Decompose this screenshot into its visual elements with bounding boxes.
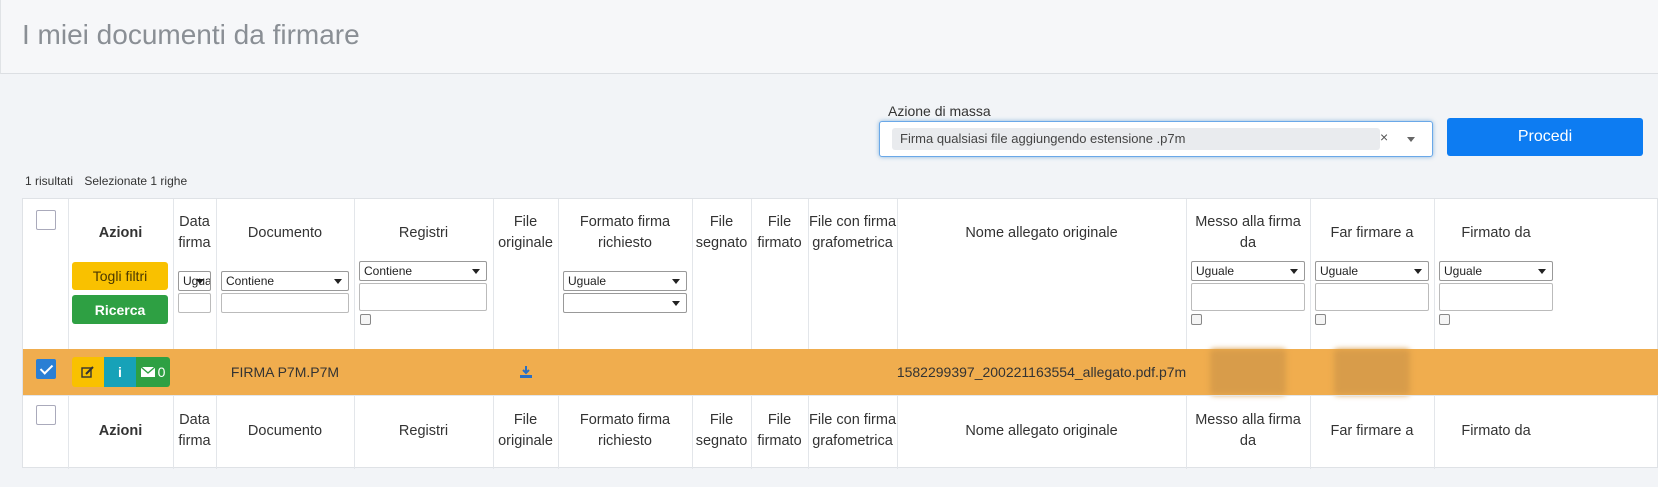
clear-selection-icon[interactable]: ×: [1380, 129, 1388, 145]
mass-action-select[interactable]: Firma qualsiasi file aggiungendo estensi…: [879, 121, 1433, 157]
results-summary: 1 risultati Selezionate 1 righe: [25, 174, 195, 188]
header-nome-allegato[interactable]: Nome allegato originale: [897, 199, 1186, 267]
page-header: I miei documenti da firmare: [0, 0, 1658, 74]
footer-nome-allegato: Nome allegato originale: [965, 422, 1118, 439]
messo-filter-checkbox[interactable]: [1191, 314, 1202, 325]
far-firmare-filter-checkbox[interactable]: [1315, 314, 1326, 325]
header-documento[interactable]: Documento: [216, 199, 354, 267]
footer-documento: Documento: [247, 422, 323, 439]
results-count: 1 risultati: [25, 174, 74, 188]
edit-icon[interactable]: [72, 357, 104, 387]
info-icon[interactable]: i: [104, 357, 136, 387]
footer-select-all-checkbox[interactable]: [36, 405, 56, 425]
dropdown-arrow-icon[interactable]: [1407, 137, 1415, 142]
far-firmare-filter-select[interactable]: Uguale: [1315, 261, 1429, 281]
footer-far-firmare: Far firmare a: [1330, 422, 1414, 439]
data-firma-filter-select[interactable]: Uguale: [178, 271, 211, 291]
messo-filter-select[interactable]: Uguale: [1191, 261, 1305, 281]
header-azioni: Azioni: [98, 224, 143, 241]
header-file-segnato[interactable]: File segnato: [692, 199, 751, 267]
select-all-checkbox[interactable]: [36, 210, 56, 230]
footer-file-firmato: File firmato: [757, 412, 802, 449]
documents-table: Azioni Data firma Documento Registri Fil…: [22, 198, 1658, 469]
redacted-far-firmare: [1334, 349, 1410, 395]
header-registri[interactable]: Registri: [354, 199, 493, 267]
cell-nome-allegato: 1582299397_200221163554_allegato.pdf.p7m: [896, 364, 1187, 380]
selected-count: Selezionate 1 righe: [84, 174, 188, 188]
envelope-icon: [140, 367, 155, 377]
togli-filtri-button[interactable]: Togli filtri: [72, 262, 168, 290]
ricerca-button[interactable]: Ricerca: [72, 295, 168, 324]
redacted-messo-alla-firma: [1210, 349, 1286, 395]
footer-file-grafometrica: File con firma grafometrica: [808, 412, 897, 449]
mail-count: 0: [157, 364, 166, 380]
data-firma-filter-input[interactable]: [178, 293, 211, 313]
header-formato-firma[interactable]: Formato firma richiesto: [558, 199, 692, 267]
formato-filter-select[interactable]: Uguale: [563, 271, 687, 291]
header-firmato-da[interactable]: Firmato da: [1434, 199, 1558, 267]
footer-firmato-da: Firmato da: [1461, 422, 1531, 439]
footer-file-segnato: File segnato: [695, 412, 748, 449]
page-title: I miei documenti da firmare: [22, 19, 360, 50]
far-firmare-filter-input[interactable]: [1315, 283, 1429, 311]
footer-messo-alla-firma: Messo alla firma da: [1195, 412, 1301, 449]
mail-button[interactable]: 0: [136, 357, 170, 387]
messo-filter-input[interactable]: [1191, 283, 1305, 311]
registri-filter-checkbox[interactable]: [360, 314, 371, 325]
header-file-originale[interactable]: File originale: [493, 199, 558, 267]
footer-data-firma: Data firma: [178, 412, 211, 449]
formato-filter-select-2[interactable]: [563, 293, 687, 313]
download-icon[interactable]: [493, 349, 558, 395]
footer-registri: Registri: [398, 422, 449, 439]
row-checkbox[interactable]: [36, 359, 56, 379]
footer-file-originale: File originale: [498, 412, 553, 449]
firmato-da-filter-checkbox[interactable]: [1439, 314, 1450, 325]
footer-formato-firma: Formato firma richiesto: [579, 412, 671, 449]
documento-filter-select[interactable]: Contiene: [221, 271, 349, 291]
mass-action-label: Azione di massa: [888, 103, 991, 119]
cell-documento: FIRMA P7M.P7M: [230, 364, 340, 380]
firmato-da-filter-select[interactable]: Uguale: [1439, 261, 1553, 281]
header-messo-alla-firma[interactable]: Messo alla firma da: [1186, 199, 1310, 267]
firmato-da-filter-input[interactable]: [1439, 283, 1553, 311]
registri-filter-select[interactable]: Contiene: [359, 261, 487, 281]
header-data-firma[interactable]: Data firma: [173, 199, 216, 267]
header-far-firmare[interactable]: Far firmare a: [1310, 199, 1434, 267]
header-file-grafometrica[interactable]: File con firma grafometrica: [808, 199, 897, 267]
table-row[interactable]: i 0 FIRMA P7M.P7M 1582299397_20022116355…: [23, 349, 1658, 395]
footer-azioni: Azioni: [98, 422, 143, 439]
mass-action-selected-chip: Firma qualsiasi file aggiungendo estensi…: [892, 128, 1380, 150]
registri-filter-input[interactable]: [359, 283, 487, 311]
procedi-button[interactable]: Procedi: [1447, 118, 1643, 156]
header-file-firmato[interactable]: File firmato: [751, 199, 808, 267]
documento-filter-input[interactable]: [221, 293, 349, 313]
